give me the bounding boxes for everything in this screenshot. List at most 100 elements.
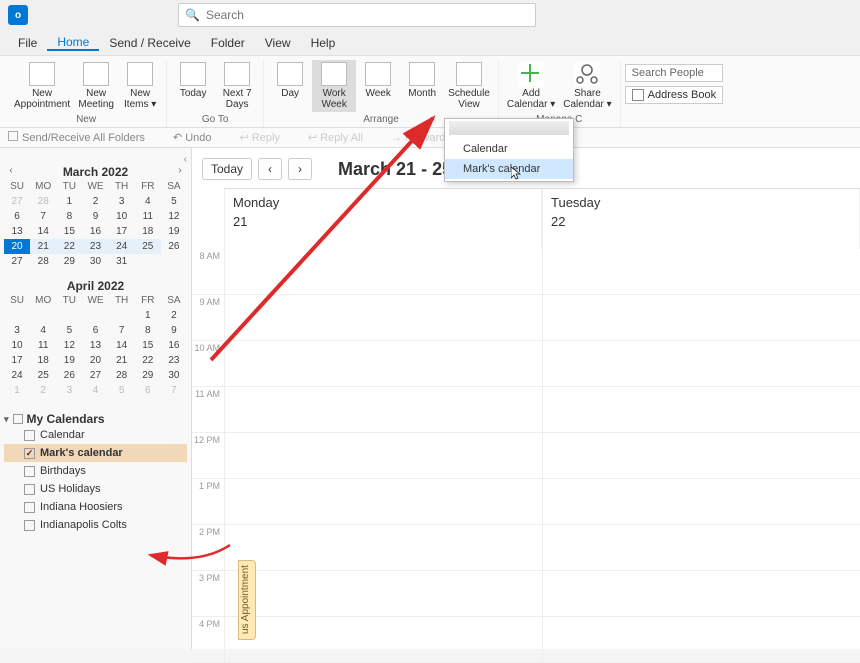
calendar-day[interactable] [56,308,82,323]
calendar-day[interactable]: 16 [82,224,108,239]
time-slot[interactable] [224,571,542,616]
dropdown-item-calendar[interactable]: Calendar [445,139,573,159]
calendar-day[interactable]: 17 [4,353,30,368]
calendar-day[interactable]: 25 [30,368,56,383]
calendar-day[interactable] [30,308,56,323]
menu-send-receive[interactable]: Send / Receive [99,36,200,50]
my-calendars-header[interactable]: ▾ My Calendars [4,412,187,426]
search-input[interactable] [206,8,529,22]
time-slot[interactable] [224,525,542,570]
calendar-day[interactable]: 27 [82,368,108,383]
calendar-day[interactable] [135,254,161,269]
calendar-day[interactable]: 22 [135,353,161,368]
calendar-day[interactable]: 14 [109,338,135,353]
calendar-day[interactable]: 24 [109,239,135,254]
appointment-tab[interactable]: us Appointment [238,560,256,640]
checkbox-icon[interactable] [24,502,35,513]
calendar-day[interactable]: 15 [135,338,161,353]
calendar-day[interactable]: 22 [56,239,82,254]
week-view-button[interactable]: Week [356,60,400,112]
mini-calendar-april[interactable]: SUMOTUWETHFRSA12345678910111213141516171… [4,293,187,398]
calendar-day[interactable] [109,308,135,323]
checkbox-icon[interactable] [24,484,35,495]
calendar-day[interactable]: 5 [109,383,135,398]
calendar-day[interactable]: 30 [82,254,108,269]
time-grid[interactable]: 8 AM9 AM10 AM11 AM12 PM1 PM2 PM3 PM4 PM [192,249,860,663]
calendar-day[interactable]: 20 [82,353,108,368]
calendar-day[interactable]: 3 [4,323,30,338]
menu-help[interactable]: Help [301,36,346,50]
menu-home[interactable]: Home [47,35,99,51]
calendar-day[interactable]: 29 [135,368,161,383]
time-slot[interactable] [224,433,542,478]
day-column-tuesday[interactable]: Tuesday 22 [542,189,860,249]
checkbox-icon[interactable] [13,414,23,424]
time-slot[interactable] [542,433,860,478]
calendar-day[interactable]: 2 [82,194,108,209]
time-slot[interactable] [224,617,542,662]
calendar-list-item[interactable]: Calendar [4,426,187,444]
calendar-day[interactable]: 12 [56,338,82,353]
new-appointment-button[interactable]: NewAppointment [10,60,74,112]
calendar-day[interactable]: 1 [135,308,161,323]
today-button[interactable]: Today [171,60,215,112]
calendar-list-item[interactable]: Indiana Hoosiers [4,498,187,516]
calendar-day[interactable]: 21 [30,239,56,254]
workweek-view-button[interactable]: WorkWeek [312,60,356,112]
calendar-day[interactable]: 1 [56,194,82,209]
calendar-day[interactable]: 1 [4,383,30,398]
time-slot[interactable] [224,341,542,386]
calendar-day[interactable]: 28 [30,254,56,269]
calendar-day[interactable]: 3 [56,383,82,398]
next7-button[interactable]: Next 7Days [215,60,259,112]
calendar-day[interactable]: 23 [161,353,187,368]
calendar-list-item[interactable]: Indianapolis Colts [4,516,187,534]
day-column-monday[interactable]: Monday 21 [224,189,542,249]
calendar-day[interactable]: 29 [56,254,82,269]
next-month-button[interactable]: › [173,165,187,179]
checkbox-icon[interactable] [24,466,35,477]
time-slot[interactable] [224,479,542,524]
calendar-day[interactable]: 3 [109,194,135,209]
calendar-day[interactable]: 11 [135,209,161,224]
calendar-day[interactable]: 26 [161,239,187,254]
calendar-day[interactable]: 21 [109,353,135,368]
checkbox-icon[interactable]: ✓ [24,448,35,459]
calendar-day[interactable]: 20 [4,239,30,254]
prev-month-button[interactable]: ‹ [4,165,18,179]
calendar-day[interactable]: 4 [135,194,161,209]
new-meeting-button[interactable]: NewMeeting [74,60,118,112]
mini-calendar-march[interactable]: SUMOTUWETHFRSA27281234567891011121314151… [4,179,187,269]
calendar-day[interactable]: 9 [161,323,187,338]
calendar-day[interactable]: 9 [82,209,108,224]
time-slot[interactable] [542,249,860,294]
global-search[interactable]: 🔍 [178,3,536,27]
time-slot[interactable] [542,341,860,386]
calendar-day[interactable]: 18 [135,224,161,239]
time-slot[interactable] [542,387,860,432]
calendar-day[interactable]: 14 [30,224,56,239]
time-slot[interactable] [542,617,860,662]
time-slot[interactable] [542,525,860,570]
calendar-day[interactable]: 7 [109,323,135,338]
calendar-day[interactable]: 13 [82,338,108,353]
dropdown-item-marks-calendar[interactable]: Mark's calendar [445,159,573,179]
calendar-day[interactable]: 4 [82,383,108,398]
time-slot[interactable] [542,479,860,524]
calendar-day[interactable]: 27 [4,254,30,269]
calendar-day[interactable]: 25 [135,239,161,254]
time-slot[interactable] [224,387,542,432]
calendar-day[interactable]: 18 [30,353,56,368]
calendar-day[interactable] [4,308,30,323]
calendar-day[interactable]: 10 [109,209,135,224]
calendar-day[interactable]: 10 [4,338,30,353]
calendar-day[interactable]: 17 [109,224,135,239]
add-calendar-button[interactable]: AddCalendar ▾ [503,60,559,112]
calendar-day[interactable] [82,308,108,323]
calendar-day[interactable]: 6 [4,209,30,224]
time-slot[interactable] [542,571,860,616]
calendar-day[interactable]: 23 [82,239,108,254]
menu-folder[interactable]: Folder [201,36,255,50]
calendar-day[interactable]: 2 [30,383,56,398]
next-week-button[interactable]: › [288,158,312,180]
